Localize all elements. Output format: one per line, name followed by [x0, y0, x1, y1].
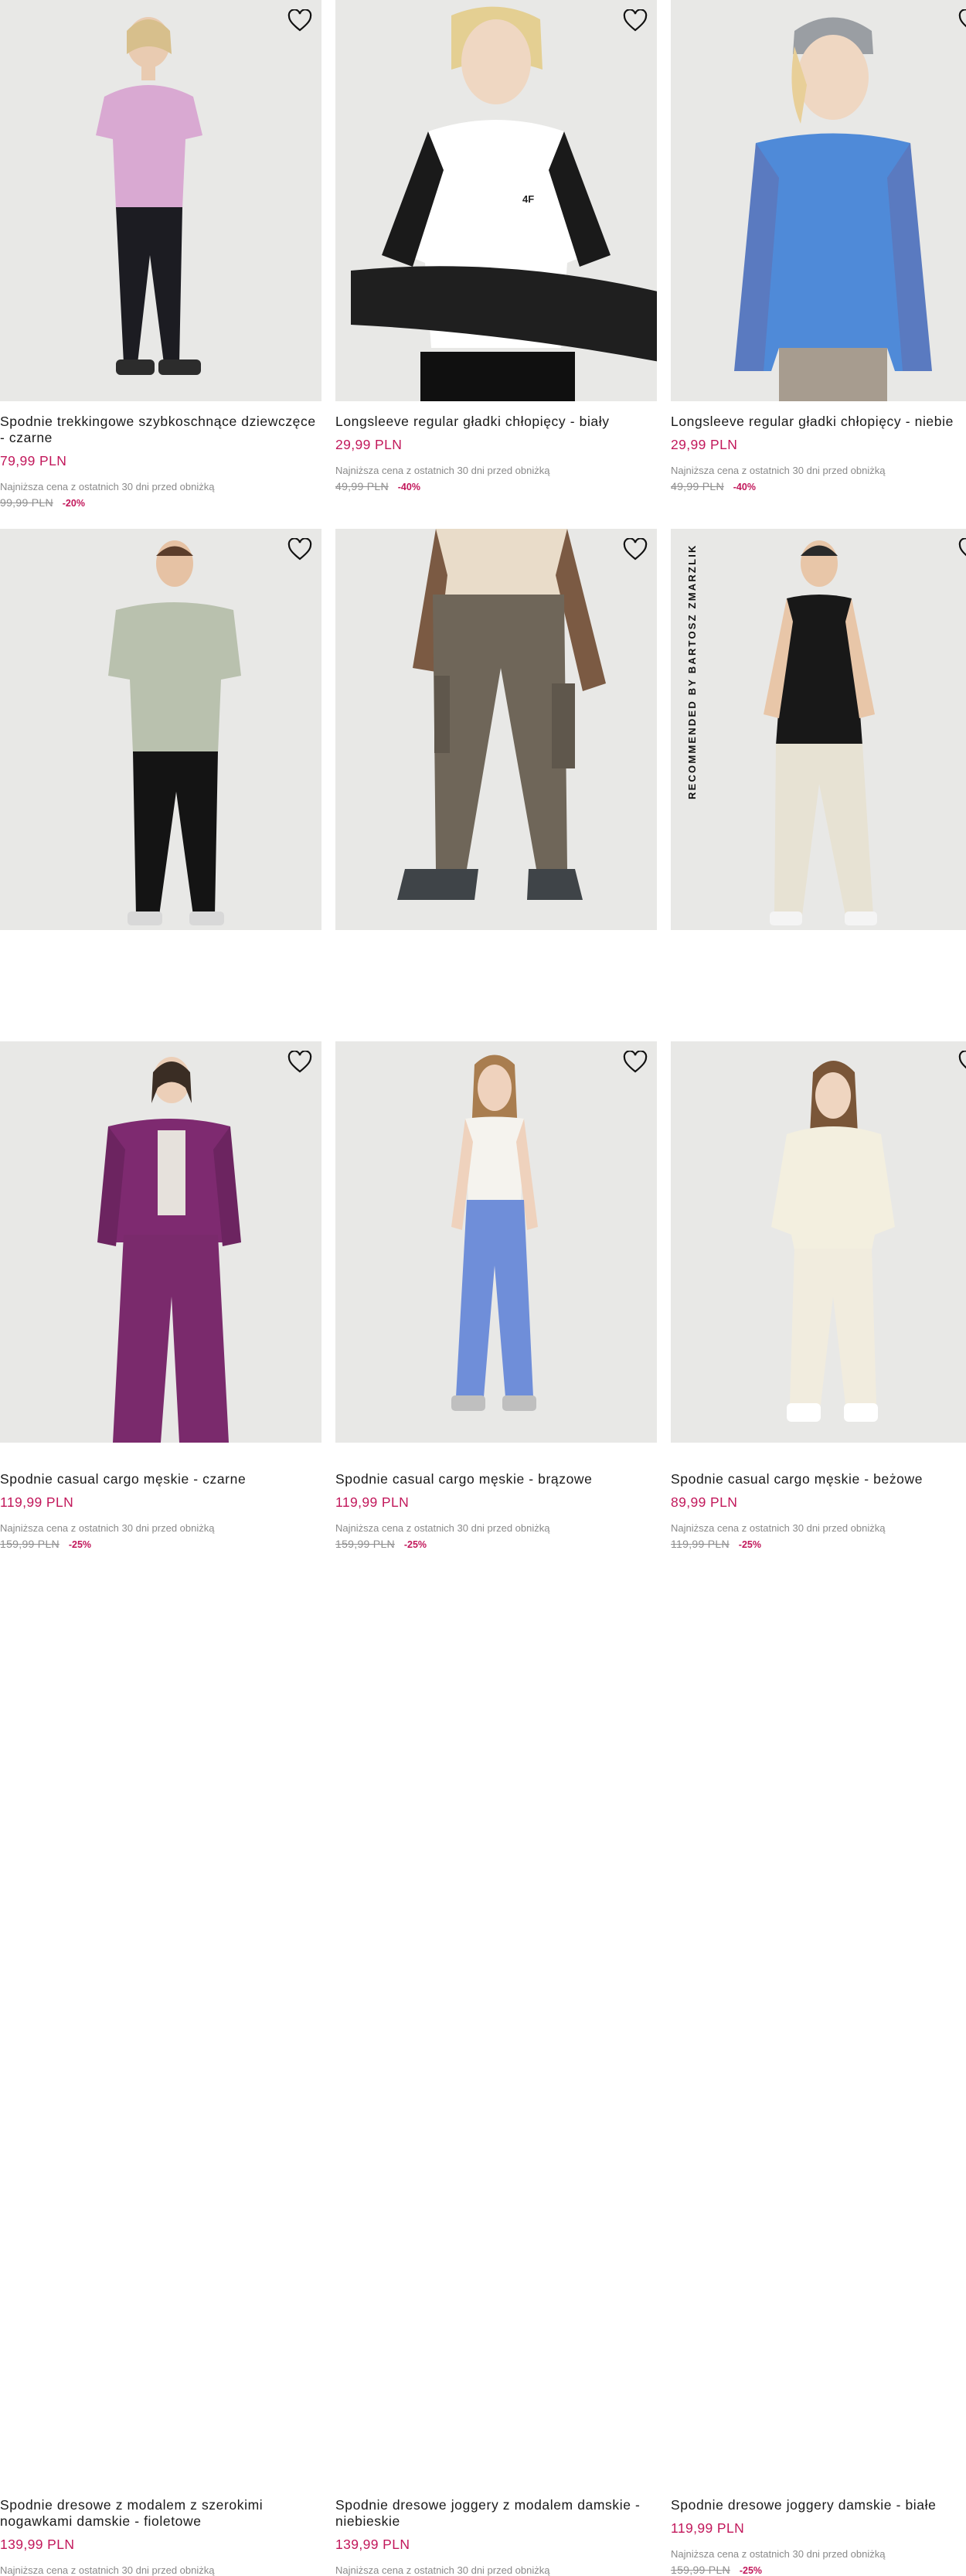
product-image[interactable]: 4F: [335, 0, 657, 401]
product-price: 119,99 PLN: [335, 1494, 410, 1510]
product-info: Spodnie casual cargo męskie - czarne 119…: [0, 1471, 321, 1550]
discount-badge: -25%: [403, 1539, 427, 1550]
product-info: Spodnie dresowe joggery damskie - białe …: [671, 2497, 966, 2576]
product-name[interactable]: Spodnie casual cargo męskie - beżowe: [671, 1471, 966, 1487]
old-price: 49,99 PLN: [335, 480, 389, 492]
recommended-label-text: RECOMMENDED BY BARTOSZ ZMARZLIK: [686, 543, 698, 799]
lowest-price-note: Najniższa cena z ostatnich 30 dni przed …: [671, 2548, 886, 2560]
product-info: Spodnie trekkingowe szybkoschnące dziewc…: [0, 414, 321, 509]
product-photo: 4F: [351, 6, 657, 401]
product-photo: [734, 17, 932, 401]
wishlist-heart-icon[interactable]: [957, 1049, 966, 1075]
product-image[interactable]: [0, 529, 321, 930]
product-image[interactable]: [335, 1041, 657, 1443]
discount-badge: -40%: [733, 482, 756, 492]
product-image[interactable]: [0, 1041, 321, 1443]
wishlist-heart-icon[interactable]: [286, 8, 314, 34]
old-price-row: 159,99 PLN -25%: [0, 1538, 321, 1550]
product-photo: [451, 1055, 538, 1411]
product-name[interactable]: Spodnie dresowe joggery z modalem damski…: [335, 2497, 657, 2530]
product-image[interactable]: [335, 529, 657, 930]
product-name[interactable]: Longsleeve regular gładki chłopięcy - ni…: [671, 414, 966, 430]
product-price: 119,99 PLN: [671, 2520, 745, 2536]
svg-text:4F: 4F: [522, 193, 534, 205]
discount-badge: -25%: [738, 1539, 761, 1550]
recommended-side-label: RECOMMENDED BY BARTOSZ ZMARZLIK: [675, 529, 698, 807]
old-price-row: 159,99 PLN -25%: [335, 1538, 657, 1550]
old-price: 159,99 PLN: [671, 2564, 730, 2576]
lowest-price-note: Najniższa cena z ostatnich 30 dni przed …: [335, 465, 550, 476]
lowest-price-note: Najniższa cena z ostatnich 30 dni przed …: [671, 1522, 886, 1534]
product-price: 119,99 PLN: [0, 1494, 74, 1510]
product-name[interactable]: Spodnie casual cargo męskie - brązowe: [335, 1471, 657, 1487]
product-price: 139,99 PLN: [0, 2537, 75, 2552]
old-price: 99,99 PLN: [0, 496, 53, 509]
old-price-row: 49,99 PLN -40%: [335, 480, 657, 492]
product-photo: [97, 1057, 241, 1443]
product-image[interactable]: [671, 0, 966, 401]
discount-badge: -25%: [739, 2565, 763, 2576]
product-photo: [96, 17, 202, 375]
product-photo: [397, 529, 606, 900]
lowest-price-note: Najniższa cena z ostatnich 30 dni przed …: [0, 481, 215, 492]
discount-badge: -40%: [397, 482, 420, 492]
old-price-row: 99,99 PLN -20%: [0, 496, 321, 509]
wishlist-heart-icon[interactable]: [621, 1049, 649, 1075]
product-price: 139,99 PLN: [335, 2537, 410, 2552]
old-price-row: 159,99 PLN -25%: [671, 2564, 966, 2576]
lowest-price-note: Najniższa cena z ostatnich 30 dni przed …: [335, 2564, 550, 2576]
wishlist-heart-icon[interactable]: [957, 8, 966, 34]
product-name[interactable]: Spodnie casual cargo męskie - czarne: [0, 1471, 321, 1487]
wishlist-heart-icon[interactable]: [286, 1049, 314, 1075]
wishlist-heart-icon[interactable]: [621, 537, 649, 563]
product-price: 29,99 PLN: [335, 437, 403, 452]
wishlist-heart-icon[interactable]: [957, 537, 966, 563]
wishlist-heart-icon[interactable]: [621, 8, 649, 34]
old-price-row: 119,99 PLN -25%: [671, 1538, 966, 1550]
product-image[interactable]: [671, 1041, 966, 1443]
old-price: 159,99 PLN: [335, 1538, 395, 1550]
product-info: Longsleeve regular gładki chłopięcy - bi…: [335, 414, 657, 492]
product-photo: [771, 1061, 895, 1422]
old-price: 159,99 PLN: [0, 1538, 60, 1550]
product-image[interactable]: RECOMMENDED BY BARTOSZ ZMARZLIK: [671, 529, 966, 930]
product-image[interactable]: [0, 0, 321, 401]
discount-badge: -25%: [68, 1539, 92, 1550]
product-info: Spodnie casual cargo męskie - beżowe 89,…: [671, 1471, 966, 1550]
old-price-row: 49,99 PLN -40%: [671, 480, 966, 492]
lowest-price-note: Najniższa cena z ostatnich 30 dni przed …: [671, 465, 886, 476]
product-name[interactable]: Spodnie trekkingowe szybkoschnące dziewc…: [0, 414, 321, 446]
product-info: Spodnie dresowe z modalem z szerokimi no…: [0, 2497, 321, 2576]
product-photo: [108, 540, 241, 925]
wishlist-heart-icon[interactable]: [286, 537, 314, 563]
product-price: 29,99 PLN: [671, 437, 738, 452]
product-photo: [764, 540, 877, 925]
product-name[interactable]: Spodnie dresowe z modalem z szerokimi no…: [0, 2497, 321, 2530]
product-name[interactable]: Longsleeve regular gładki chłopięcy - bi…: [335, 414, 657, 430]
lowest-price-note: Najniższa cena z ostatnich 30 dni przed …: [335, 1522, 550, 1534]
product-info: Spodnie casual cargo męskie - brązowe 11…: [335, 1471, 657, 1550]
discount-badge: -20%: [62, 498, 85, 509]
old-price: 49,99 PLN: [671, 480, 724, 492]
product-price: 79,99 PLN: [0, 453, 67, 469]
product-info: Spodnie dresowe joggery z modalem damski…: [335, 2497, 657, 2576]
product-price: 89,99 PLN: [671, 1494, 738, 1510]
product-name[interactable]: Spodnie dresowe joggery damskie - białe: [671, 2497, 966, 2513]
lowest-price-note: Najniższa cena z ostatnich 30 dni przed …: [0, 2564, 215, 2576]
old-price: 119,99 PLN: [671, 1538, 730, 1550]
lowest-price-note: Najniższa cena z ostatnich 30 dni przed …: [0, 1522, 215, 1534]
product-info: Longsleeve regular gładki chłopięcy - ni…: [671, 414, 966, 492]
